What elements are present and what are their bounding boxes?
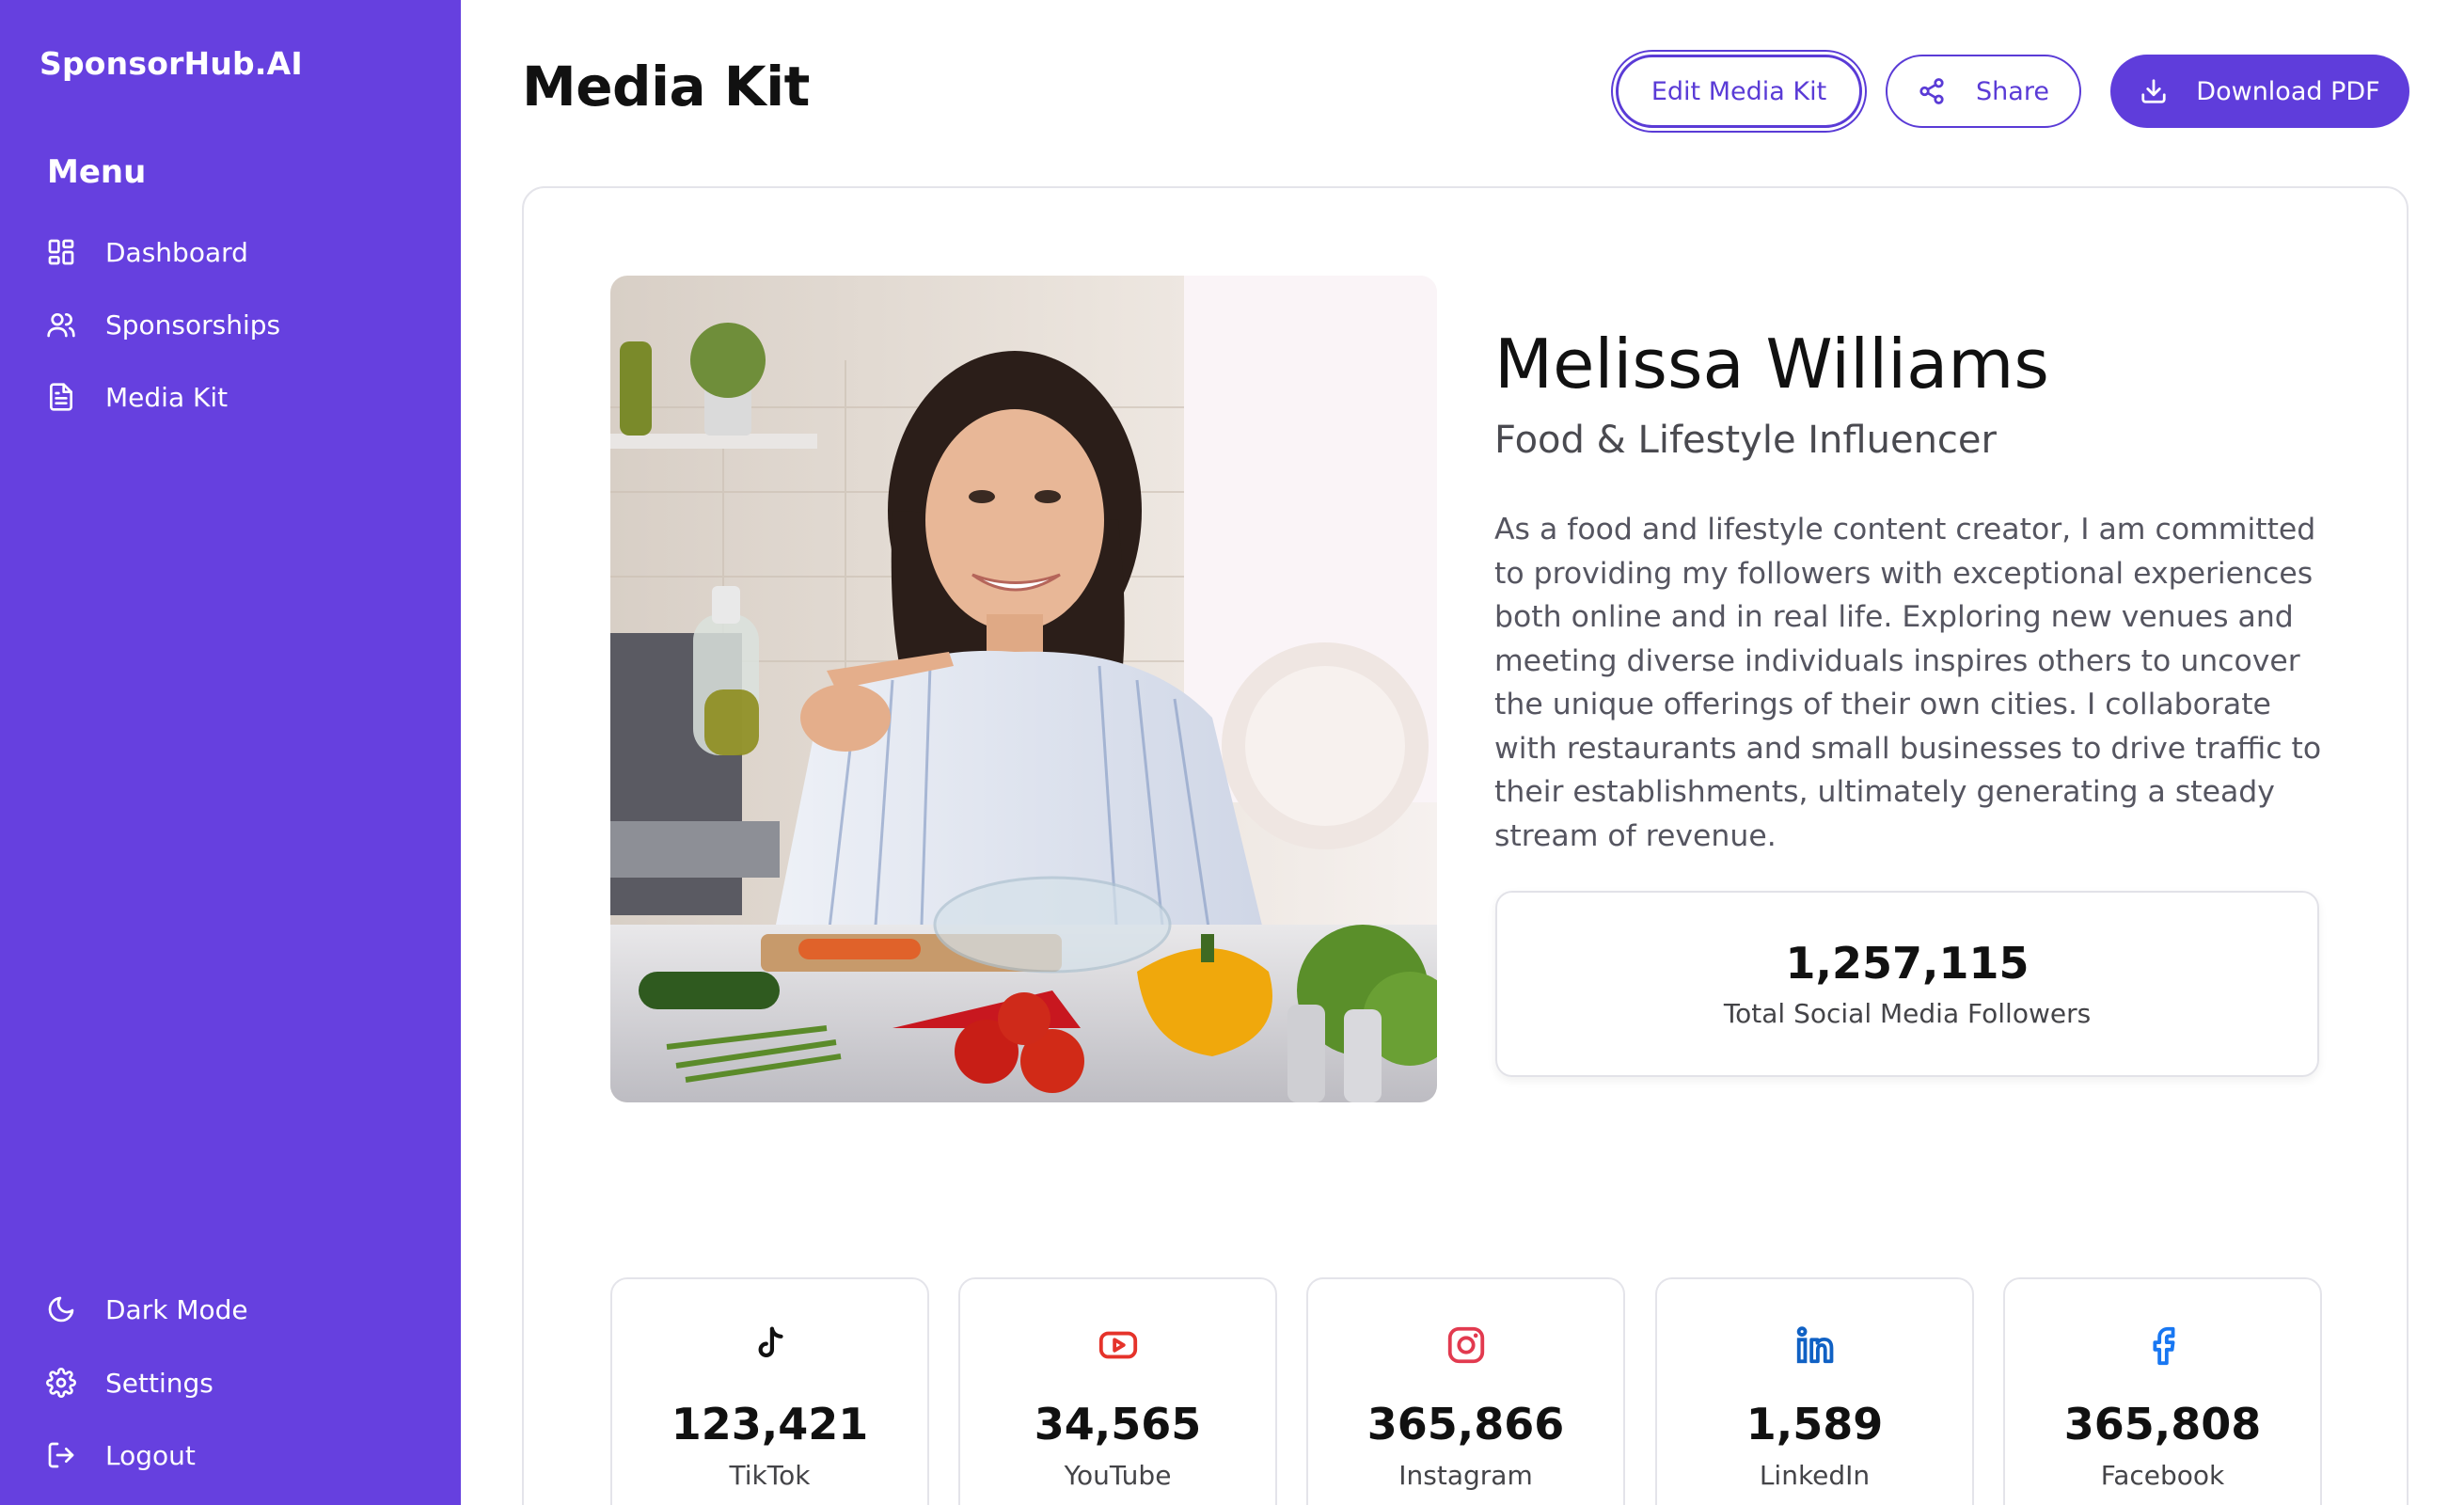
profile-tagline: Food & Lifestyle Influencer — [1494, 419, 1997, 462]
users-icon — [45, 309, 77, 341]
dashboard-icon — [45, 236, 77, 268]
total-followers-label: Total Social Media Followers — [1723, 998, 2092, 1029]
instagram-icon — [1308, 1323, 1623, 1368]
sidebar-item-settings[interactable]: Settings — [45, 1362, 213, 1403]
total-followers-box: 1,257,115 Total Social Media Followers — [1495, 891, 2319, 1077]
sidebar-item-media-kit[interactable]: Media Kit — [45, 376, 228, 418]
share-icon — [1919, 78, 1944, 104]
stat-card-linkedin[interactable]: 1,589 LinkedIn — [1655, 1277, 1974, 1505]
download-button-label: Download PDF — [2196, 76, 2380, 106]
sidebar-item-label: Media Kit — [105, 381, 229, 413]
profile-photo — [610, 276, 1437, 1102]
profile-name: Melissa Williams — [1494, 325, 2049, 404]
sidebar-item-sponsorships[interactable]: Sponsorships — [45, 304, 280, 345]
stat-value: 365,808 — [2063, 1399, 2262, 1450]
stat-label: Facebook — [2100, 1460, 2225, 1491]
stat-card-facebook[interactable]: 365,808 Facebook — [2003, 1277, 2322, 1505]
tiktok-icon — [612, 1323, 927, 1368]
sidebar-item-dark-mode[interactable]: Dark Mode — [45, 1289, 248, 1330]
stat-label: Instagram — [1398, 1460, 1533, 1491]
logout-icon — [45, 1439, 77, 1471]
sidebar-item-label: Logout — [105, 1439, 196, 1471]
stat-label: LinkedIn — [1759, 1460, 1871, 1491]
document-icon — [45, 381, 77, 413]
youtube-icon — [960, 1323, 1275, 1368]
share-button[interactable]: Share — [1886, 55, 2081, 128]
sidebar-item-dashboard[interactable]: Dashboard — [45, 231, 248, 273]
stat-value: 365,866 — [1366, 1399, 1565, 1450]
download-icon — [2141, 79, 2166, 103]
gear-icon — [45, 1367, 77, 1399]
sidebar-item-logout[interactable]: Logout — [45, 1434, 196, 1476]
stat-card-instagram[interactable]: 365,866 Instagram — [1306, 1277, 1625, 1505]
share-button-label: Share — [1976, 76, 2049, 106]
stat-label: YouTube — [1064, 1460, 1172, 1491]
stat-card-tiktok[interactable]: 123,421 TikTok — [610, 1277, 929, 1505]
total-followers-value: 1,257,115 — [1785, 938, 2030, 989]
sidebar-item-label: Dark Mode — [105, 1293, 248, 1325]
facebook-icon — [2005, 1323, 2320, 1368]
sidebar-item-label: Sponsorships — [105, 309, 281, 341]
stat-value: 123,421 — [671, 1399, 869, 1450]
moon-icon — [45, 1293, 77, 1325]
sidebar-item-label: Settings — [105, 1367, 213, 1399]
stat-label: TikTok — [729, 1460, 811, 1491]
edit-media-kit-button[interactable]: Edit Media Kit — [1616, 55, 1862, 128]
linkedin-icon — [1657, 1323, 1972, 1368]
page-title: Media Kit — [522, 55, 810, 119]
sidebar: SponsorHub.AI Menu Dashboard Sponsorship… — [0, 0, 461, 1505]
menu-heading: Menu — [47, 153, 147, 191]
download-pdf-button[interactable]: Download PDF — [2110, 55, 2409, 128]
stat-card-youtube[interactable]: 34,565 YouTube — [958, 1277, 1277, 1505]
brand-logo[interactable]: SponsorHub.AI — [39, 45, 303, 82]
stat-value: 34,565 — [1034, 1399, 1202, 1450]
stat-value: 1,589 — [1745, 1399, 1884, 1450]
profile-bio: As a food and lifestyle content creator,… — [1494, 513, 2322, 853]
sidebar-item-label: Dashboard — [105, 236, 248, 268]
edit-button-label: Edit Media Kit — [1651, 76, 1827, 106]
